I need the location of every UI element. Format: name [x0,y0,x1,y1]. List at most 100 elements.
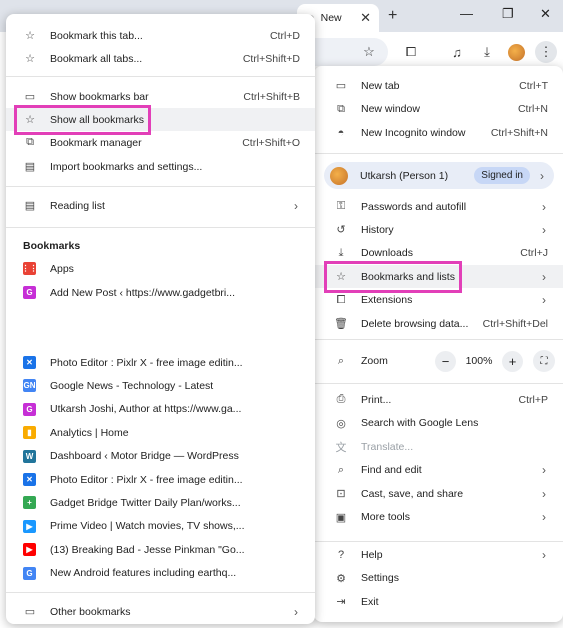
bookmark-item[interactable]: G Utkarsh Joshi, Author at https://www.ga… [6,398,315,421]
bookmark-item[interactable]: ▮ Analytics | Home [6,421,315,444]
shortcut-label: Ctrl+P [518,393,548,406]
exit-item[interactable]: ⇥ Exit [314,590,563,613]
bookmark-item[interactable]: ▶ Prime Video | Watch movies, TV shows,..… [6,515,315,538]
history-item[interactable]: ↺ History › [314,218,563,241]
bookmark-star-icon[interactable]: ☆ [358,41,380,63]
minimize-button[interactable]: — [460,6,473,21]
bookmark-this-tab-item[interactable]: ☆ Bookmark this tab... Ctrl+D [6,24,315,47]
shortcut-label: Ctrl+Shift+N [490,126,548,139]
bookmark-manager-item[interactable]: ⧉ Bookmark manager Ctrl+Shift+O [6,131,315,154]
new-tab-icon: ▭ [335,80,347,92]
print-icon: ⎙ [336,393,346,405]
favicon-icon: GN [23,379,36,393]
profile-avatar[interactable] [505,41,527,63]
divider [6,76,315,77]
help-icon: ? [337,548,345,561]
close-tab-icon[interactable]: ✕ [360,10,371,26]
avatar [330,166,348,185]
shortcut-label: Ctrl+Shift+B [243,90,300,103]
bookmark-title: Add New Post ‹ https://www.gadgetbri... [50,286,236,299]
zoom-out-button[interactable]: − [435,350,456,372]
cast-save-share-item[interactable]: ⊡ Cast, save, and share › [314,482,563,505]
divider [314,541,563,542]
menu-item-label: Downloads [361,247,413,260]
import-bookmarks-item[interactable]: ▤ Import bookmarks and settings... [6,155,315,178]
zoom-level: 100% [465,355,493,367]
bookmark-title: Analytics | Home [50,426,129,439]
menu-item-label: Extensions [361,294,413,307]
print-item[interactable]: ⎙ Print... Ctrl+P [314,388,563,411]
zoom-in-button[interactable]: + [502,350,523,372]
signed-in-badge: Signed in [474,167,530,184]
menu-item-label: Bookmarks and lists [361,270,455,283]
bookmark-item[interactable]: W Dashboard ‹ Motor Bridge — WordPress [6,445,315,468]
divider [314,339,563,340]
bookmark-item[interactable]: GN Google News - Technology - Latest [6,374,315,397]
new-window-item[interactable]: ⧉ New window Ctrl+N [314,98,563,121]
show-bookmarks-bar-item[interactable]: ▭ Show bookmarks bar Ctrl+Shift+B [6,85,315,108]
menu-item-label: Search with Google Lens [361,417,479,429]
menu-item-label: Find and edit [361,464,422,476]
passwords-autofill-item[interactable]: ⚿ Passwords and autofill › [314,195,563,218]
window-close-button[interactable]: ✕ [540,6,551,22]
chrome-main-menu: ▭ New tab Ctrl+T ⧉ New window Ctrl+N ◓ New Inco… [314,66,563,622]
other-bookmarks-item[interactable]: ▭ Other bookmarks › [6,600,315,623]
bookmark-item[interactable]: ✕ Photo Editor : Pixlr X - free image edi… [6,351,315,374]
bookmark-item[interactable]: + Gadget Bridge Twitter Daily Plan/works.… [6,491,315,514]
find-and-edit-item[interactable]: ⌕ Find and edit › [314,459,563,482]
reading-list-item[interactable]: ▤ Reading list › [6,194,315,217]
restore-button[interactable]: ❐ [502,6,514,22]
toolbox-icon: ▣ [335,511,347,524]
menu-item-label: Bookmark this tab... [50,29,143,42]
favicon-icon: ▮ [23,426,36,440]
bookmark-item[interactable]: ⋮⋮ Apps [6,257,315,280]
fullscreen-icon[interactable]: ⛶ [533,350,555,372]
menu-item-label: Reading list [50,199,105,212]
bookmark-item[interactable]: G Add New Post ‹ https://www.gadgetbri... [6,281,315,304]
google-lens-item[interactable]: ◎ Search with Google Lens [314,412,563,435]
menu-item-label: Import bookmarks and settings... [50,160,203,173]
settings-item[interactable]: ⚙ Settings [314,567,563,590]
bookmark-title: New Android features including earthq... [50,567,237,580]
menu-item-label: Print... [361,393,392,406]
shortcut-label: Ctrl+J [520,247,548,260]
delete-browsing-data-item[interactable]: 🗑 Delete browsing data... Ctrl+Shift+Del [314,312,563,335]
new-tab-item[interactable]: ▭ New tab Ctrl+T [314,74,563,97]
help-item[interactable]: ? Help › [314,543,563,566]
divider [314,383,563,384]
incognito-icon: ◓ [337,126,345,139]
downloads-icon[interactable]: ⤓ [476,41,498,63]
bookmark-item[interactable]: G New Android features including earthq..… [6,562,315,585]
reading-list-icon: ▤ [24,200,36,212]
chrome-menu-icon[interactable]: ⋮ [535,41,557,63]
more-tools-item[interactable]: ▣ More tools › [314,506,563,529]
bookmark-all-tabs-item[interactable]: ☆ Bookmark all tabs... Ctrl+Shift+D [6,47,315,70]
bookmark-title: Photo Editor : Pixlr X - free image edit… [50,356,243,369]
bookmark-title: (13) Breaking Bad - Jesse Pinkman "Go... [50,543,245,556]
find-icon: ⌕ [337,463,345,476]
menu-item-label: Cast, save, and share [361,487,464,500]
new-incognito-window-item[interactable]: ◓ New Incognito window Ctrl+Shift+N [314,121,563,144]
favicon-icon: ▶ [23,543,36,557]
menu-item-label: New Incognito window [361,126,466,139]
new-tab-button[interactable]: + [388,7,397,25]
extensions-item[interactable]: ⧠ Extensions › [314,289,563,312]
menu-item-label: History [361,223,394,236]
divider [314,153,563,154]
bookmark-item[interactable]: ▶ (13) Breaking Bad - Jesse Pinkman "Go..… [6,538,315,561]
profile-row[interactable]: Utkarsh (Person 1) Signed in › [324,162,554,189]
bookmarks-and-lists-item[interactable]: ☆ Bookmarks and lists › [314,265,563,289]
divider [6,227,315,228]
downloads-item[interactable]: ⤓ Downloads Ctrl+J [314,242,563,265]
shortcut-label: Ctrl+Shift+Del [482,317,548,330]
divider [6,592,315,593]
exit-icon: ⇥ [336,596,346,609]
bookmark-title: Gadget Bridge Twitter Daily Plan/works..… [50,496,241,509]
bookmark-item[interactable]: ✕ Photo Editor : Pixlr X - free image edi… [6,468,315,491]
menu-item-label: Show all bookmarks [50,113,144,126]
media-controls-icon[interactable]: ♫ [446,41,468,63]
key-icon: ⚿ [336,200,346,212]
bookmark-manager-icon: ⧉ [26,136,34,148]
extensions-puzzle-icon[interactable]: ⧠ [400,41,422,63]
show-all-bookmarks-item[interactable]: ☆ Show all bookmarks [6,108,315,131]
